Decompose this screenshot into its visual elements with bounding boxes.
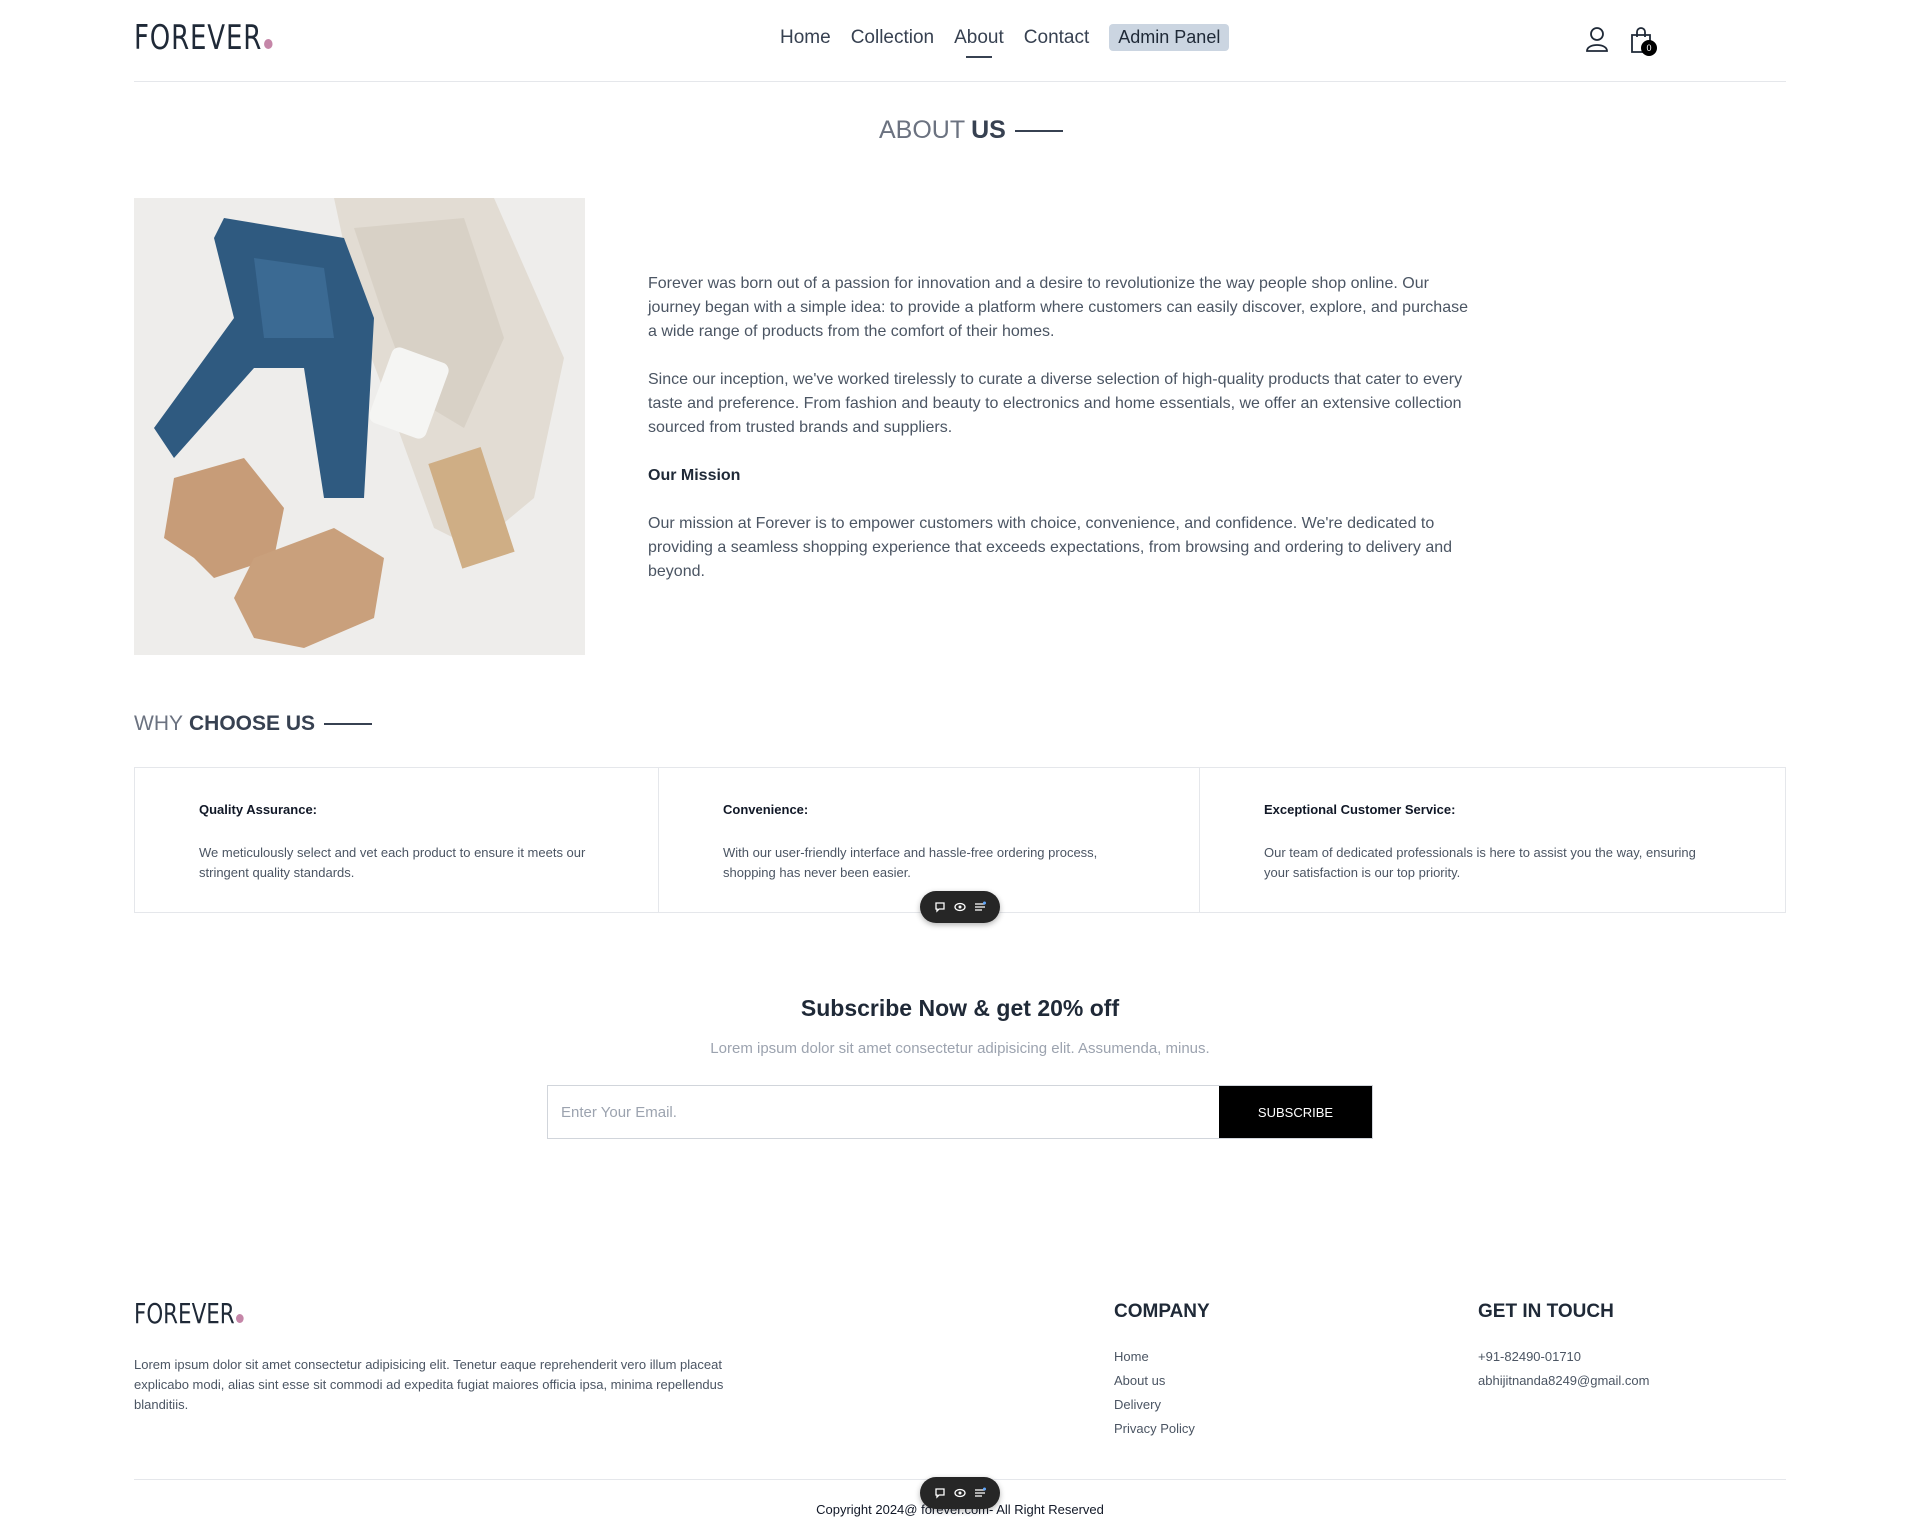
about-title: ABOUT US — [879, 116, 1063, 145]
footer-link-about[interactable]: About us — [1114, 1369, 1195, 1393]
company-links: Home About us Delivery Privacy Policy — [1114, 1345, 1195, 1441]
comment-icon[interactable] — [934, 901, 946, 913]
why-choose-title: WHY CHOOSE US — [134, 712, 373, 736]
feature-card: Convenience: With our user-friendly inte… — [659, 768, 1200, 912]
eye-icon[interactable] — [954, 901, 966, 913]
footer-logo[interactable]: FOREVER — [134, 1297, 244, 1330]
card-title: Exceptional Customer Service: — [1264, 802, 1456, 817]
floating-toolbar[interactable] — [920, 1477, 1000, 1509]
floating-toolbar[interactable] — [920, 891, 1000, 923]
email-input[interactable] — [548, 1086, 1219, 1138]
about-image — [134, 198, 585, 655]
contact-info: +91-82490-01710 abhijitnanda8249@gmail.c… — [1478, 1345, 1649, 1393]
list-icon[interactable] — [974, 1487, 986, 1499]
about-paragraph: Forever was born out of a passion for in… — [648, 275, 1468, 340]
logo[interactable]: FOREVER — [134, 18, 273, 58]
company-heading: COMPANY — [1114, 1301, 1210, 1322]
footer-link-privacy[interactable]: Privacy Policy — [1114, 1417, 1195, 1441]
nav-home[interactable]: Home — [780, 27, 831, 49]
eye-icon[interactable] — [954, 1487, 966, 1499]
email-address[interactable]: abhijitnanda8249@gmail.com — [1478, 1369, 1649, 1393]
card-text: We meticulously select and vet each prod… — [199, 845, 586, 880]
contact-heading: GET IN TOUCH — [1478, 1301, 1614, 1322]
admin-panel-button[interactable]: Admin Panel — [1109, 24, 1230, 51]
about-paragraph: Since our inception, we've worked tirele… — [648, 371, 1463, 436]
nav-contact[interactable]: Contact — [1024, 27, 1089, 49]
about-text: Forever was born out of a passion for in… — [648, 272, 1478, 608]
user-icon[interactable] — [1585, 26, 1609, 52]
site-header: FOREVER Home Collection About Contact Ad… — [134, 0, 1786, 82]
nav-about[interactable]: About — [954, 27, 1004, 58]
mission-heading: Our Mission — [648, 467, 741, 484]
footer-link-delivery[interactable]: Delivery — [1114, 1393, 1195, 1417]
feature-card: Quality Assurance: We meticulously selec… — [135, 768, 659, 912]
comment-icon[interactable] — [934, 1487, 946, 1499]
cart-count-badge: 0 — [1641, 40, 1657, 56]
nav-collection[interactable]: Collection — [851, 27, 934, 49]
card-title: Convenience: — [723, 802, 809, 817]
subscribe-title: Subscribe Now & get 20% off — [800, 995, 1120, 1021]
footer-description: Lorem ipsum dolor sit amet consectetur a… — [134, 1357, 724, 1412]
card-title: Quality Assurance: — [199, 802, 318, 817]
list-icon[interactable] — [974, 901, 986, 913]
mission-text: Our mission at Forever is to empower cus… — [648, 515, 1453, 580]
feature-card: Exceptional Customer Service: Our team o… — [1200, 768, 1785, 912]
subscribe-form: SUBSCRIBE — [547, 1085, 1373, 1139]
subscribe-button[interactable]: SUBSCRIBE — [1219, 1086, 1372, 1138]
card-text: Our team of dedicated professionals is h… — [1264, 845, 1696, 880]
subscribe-description: Lorem ipsum dolor sit amet consectetur a… — [710, 1040, 1210, 1057]
card-text: With our user-friendly interface and has… — [723, 845, 1098, 880]
main-nav: Home Collection About Contact Admin Pane… — [780, 24, 1230, 58]
footer-link-home[interactable]: Home — [1114, 1345, 1195, 1369]
phone-number: +91-82490-01710 — [1478, 1349, 1582, 1364]
